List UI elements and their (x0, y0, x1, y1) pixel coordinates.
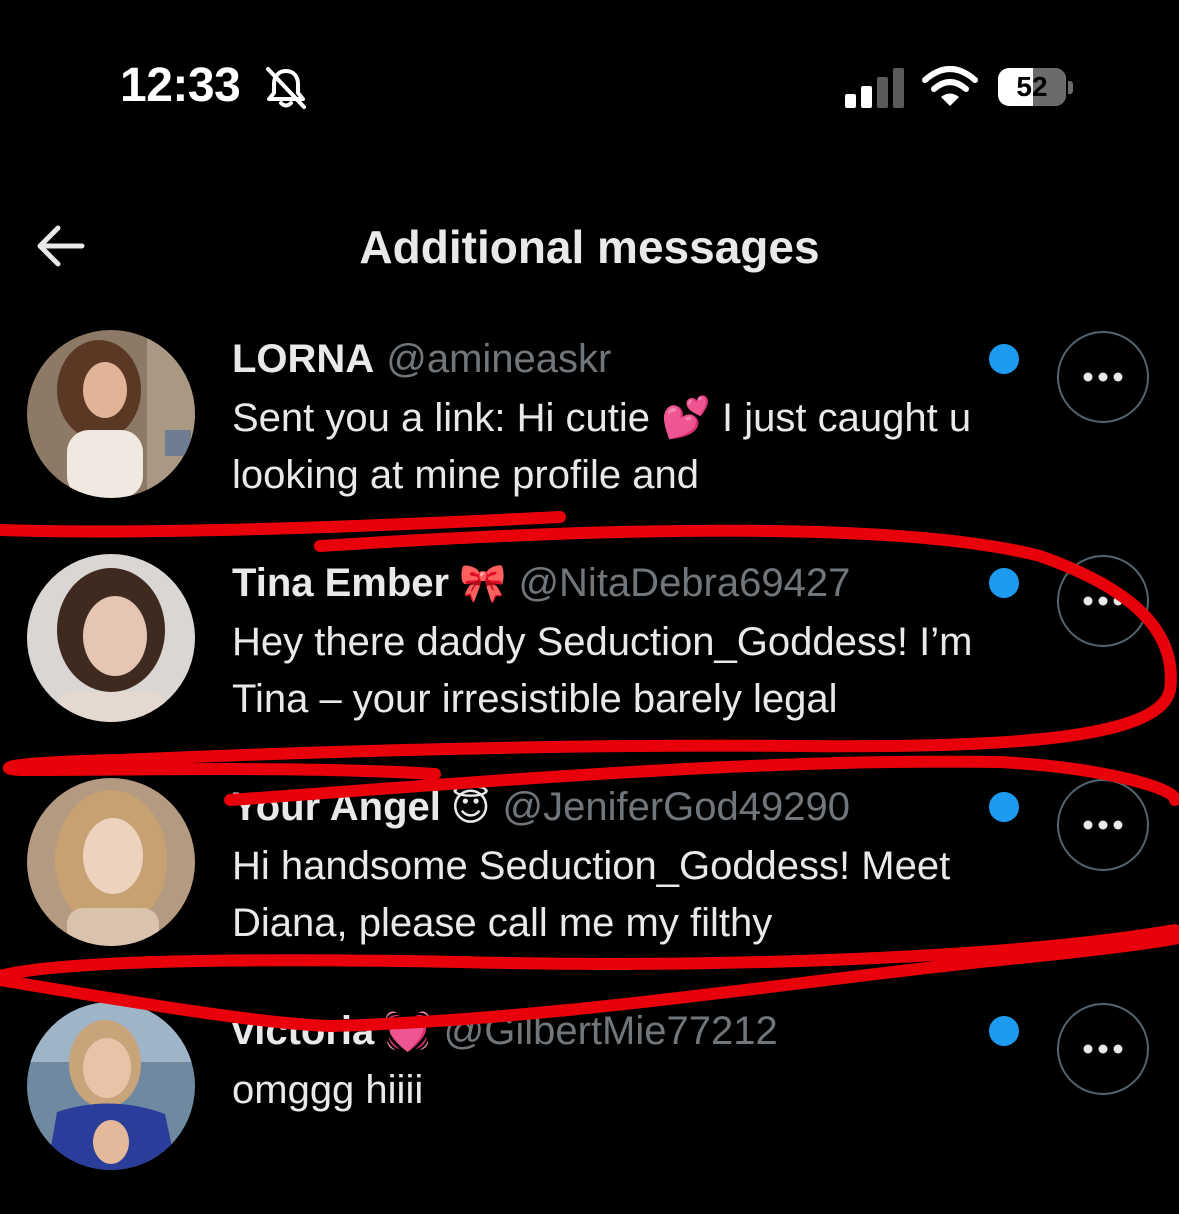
more-options-button[interactable] (1057, 1003, 1149, 1095)
unread-dot (989, 568, 1019, 598)
page-title: Additional messages (359, 221, 820, 273)
sender-name: victoria (232, 1009, 375, 1053)
message-preview: Hey there daddy Seduction_Goddess! I’m T… (232, 620, 973, 721)
more-options-button[interactable] (1057, 555, 1149, 647)
message-item-your-angel[interactable]: Your Angel 😇 @JeniferGod49290 Hi handsome … (0, 766, 1179, 990)
sender-handle: @amineaskr (386, 337, 612, 381)
battery-percent: 52 (1016, 71, 1048, 102)
battery-icon: 52 (998, 68, 1073, 106)
avatar[interactable] (27, 330, 195, 498)
bell-slash-icon (266, 67, 306, 109)
message-preview: Hi handsome Seduction_Goddess! Meet Dian… (232, 844, 951, 945)
avatar[interactable] (27, 1002, 195, 1170)
heart-emoji-icon: 💓 (384, 1009, 432, 1053)
message-list: LORNA @amineaskr Sent you a link: Hi cuti… (0, 318, 1179, 1214)
sender-name: LORNA (232, 337, 375, 381)
message-item-victoria[interactable]: victoria 💓 @GilbertMie77212 omggg hiiii (0, 990, 1179, 1214)
avatar[interactable] (27, 554, 195, 722)
message-item-lorna[interactable]: LORNA @amineaskr Sent you a link: Hi cuti… (0, 318, 1179, 542)
status-time: 12:33 (120, 59, 241, 112)
message-preview: Sent you a link: Hi cutie 💕 I just caugh… (232, 396, 972, 497)
more-icon (1083, 820, 1123, 830)
header: Additional messages (0, 200, 1179, 290)
sender-handle: @NitaDebra69427 (518, 561, 851, 605)
halo-emoji-icon: 😇 (450, 785, 491, 829)
more-options-button[interactable] (1057, 331, 1149, 423)
sender-handle: @GilbertMie77212 (443, 1009, 778, 1053)
more-options-button[interactable] (1057, 779, 1149, 871)
sender-name: Your Angel (232, 785, 441, 829)
sender-handle: @JeniferGod49290 (502, 785, 851, 829)
cellular-signal-icon (845, 68, 904, 108)
more-icon (1083, 596, 1123, 606)
more-icon (1083, 372, 1123, 382)
ribbon-emoji-icon: 🎀 (459, 561, 507, 605)
message-item-tina-ember[interactable]: Tina Ember 🎀 @NitaDebra69427 Hey there dad… (0, 542, 1179, 766)
wifi-icon (922, 66, 978, 106)
sender-name: Tina Ember (232, 561, 450, 605)
unread-dot (989, 792, 1019, 822)
unread-dot (989, 344, 1019, 374)
unread-dot (989, 1016, 1019, 1046)
avatar[interactable] (27, 778, 195, 946)
more-icon (1083, 1044, 1123, 1054)
message-preview: omggg hiiii (232, 1068, 424, 1112)
status-bar: 12:33 52 (0, 0, 1179, 160)
